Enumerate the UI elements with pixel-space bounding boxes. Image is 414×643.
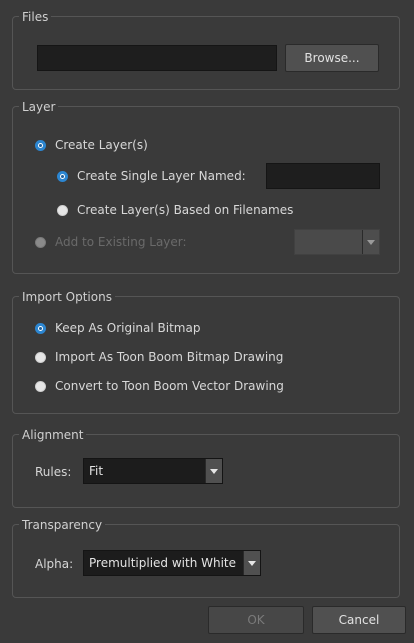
keep-original-label: Keep As Original Bitmap xyxy=(55,321,201,335)
based-on-filenames-radio-row[interactable]: Create Layer(s) Based on Filenames xyxy=(57,203,293,217)
alignment-group-title: Alignment xyxy=(19,428,87,442)
existing-layer-value xyxy=(295,230,362,254)
keep-original-radio-row[interactable]: Keep As Original Bitmap xyxy=(35,321,200,335)
import-toon-bitmap-label: Import As Toon Boom Bitmap Drawing xyxy=(55,350,284,364)
rules-arrow[interactable] xyxy=(205,459,222,483)
convert-vector-label: Convert to Toon Boom Vector Drawing xyxy=(55,379,284,393)
import-toon-bitmap-radio[interactable] xyxy=(35,351,46,363)
cancel-button[interactable]: Cancel xyxy=(312,606,406,634)
import-toon-bitmap-radio-row[interactable]: Import As Toon Boom Bitmap Drawing xyxy=(35,350,283,364)
create-single-layer-label: Create Single Layer Named: xyxy=(77,169,246,183)
create-layers-radio-row[interactable]: Create Layer(s) xyxy=(35,138,148,152)
add-existing-layer-radio xyxy=(35,236,46,248)
chevron-down-icon xyxy=(248,560,256,566)
import-options-group-title: Import Options xyxy=(19,290,115,304)
add-existing-layer-label: Add to Existing Layer: xyxy=(55,235,187,249)
alignment-group: Alignment Rules: Fit xyxy=(12,428,400,508)
rules-value: Fit xyxy=(89,464,104,478)
browse-button[interactable]: Browse... xyxy=(285,44,379,72)
add-existing-layer-radio-row: Add to Existing Layer: xyxy=(35,235,187,249)
layer-group: Layer Create Layer(s) Create Single Laye… xyxy=(12,100,400,274)
chevron-down-icon xyxy=(210,468,218,474)
alpha-value: Premultiplied with White xyxy=(89,556,237,570)
based-on-filenames-label: Create Layer(s) Based on Filenames xyxy=(77,203,294,217)
transparency-group-title: Transparency xyxy=(19,518,106,532)
create-layers-radio[interactable] xyxy=(35,139,46,151)
files-group-title: Files xyxy=(19,10,52,24)
convert-vector-radio-row[interactable]: Convert to Toon Boom Vector Drawing xyxy=(35,379,284,393)
files-group: Files Browse... xyxy=(12,10,400,90)
alpha-dropdown[interactable]: Premultiplied with White xyxy=(83,550,261,576)
file-path-field[interactable] xyxy=(37,45,277,71)
create-single-layer-radio-row[interactable]: Create Single Layer Named: xyxy=(57,169,246,183)
transparency-group: Transparency Alpha: Premultiplied with W… xyxy=(12,518,400,598)
existing-layer-arrow xyxy=(362,230,379,254)
ok-button[interactable]: OK xyxy=(208,606,304,634)
rules-label: Rules: xyxy=(35,465,72,479)
single-layer-name-field[interactable] xyxy=(266,163,380,189)
layer-group-title: Layer xyxy=(19,100,59,114)
alpha-arrow[interactable] xyxy=(243,551,260,575)
keep-original-radio[interactable] xyxy=(35,322,46,334)
create-layers-label: Create Layer(s) xyxy=(55,138,148,152)
rules-dropdown[interactable]: Fit xyxy=(83,458,223,484)
existing-layer-dropdown xyxy=(294,229,380,255)
based-on-filenames-radio[interactable] xyxy=(57,204,68,216)
create-single-layer-radio[interactable] xyxy=(57,170,68,182)
chevron-down-icon xyxy=(367,239,375,245)
import-options-group: Import Options Keep As Original Bitmap I… xyxy=(12,290,400,414)
alpha-label: Alpha: xyxy=(35,557,74,571)
convert-vector-radio[interactable] xyxy=(35,380,46,392)
